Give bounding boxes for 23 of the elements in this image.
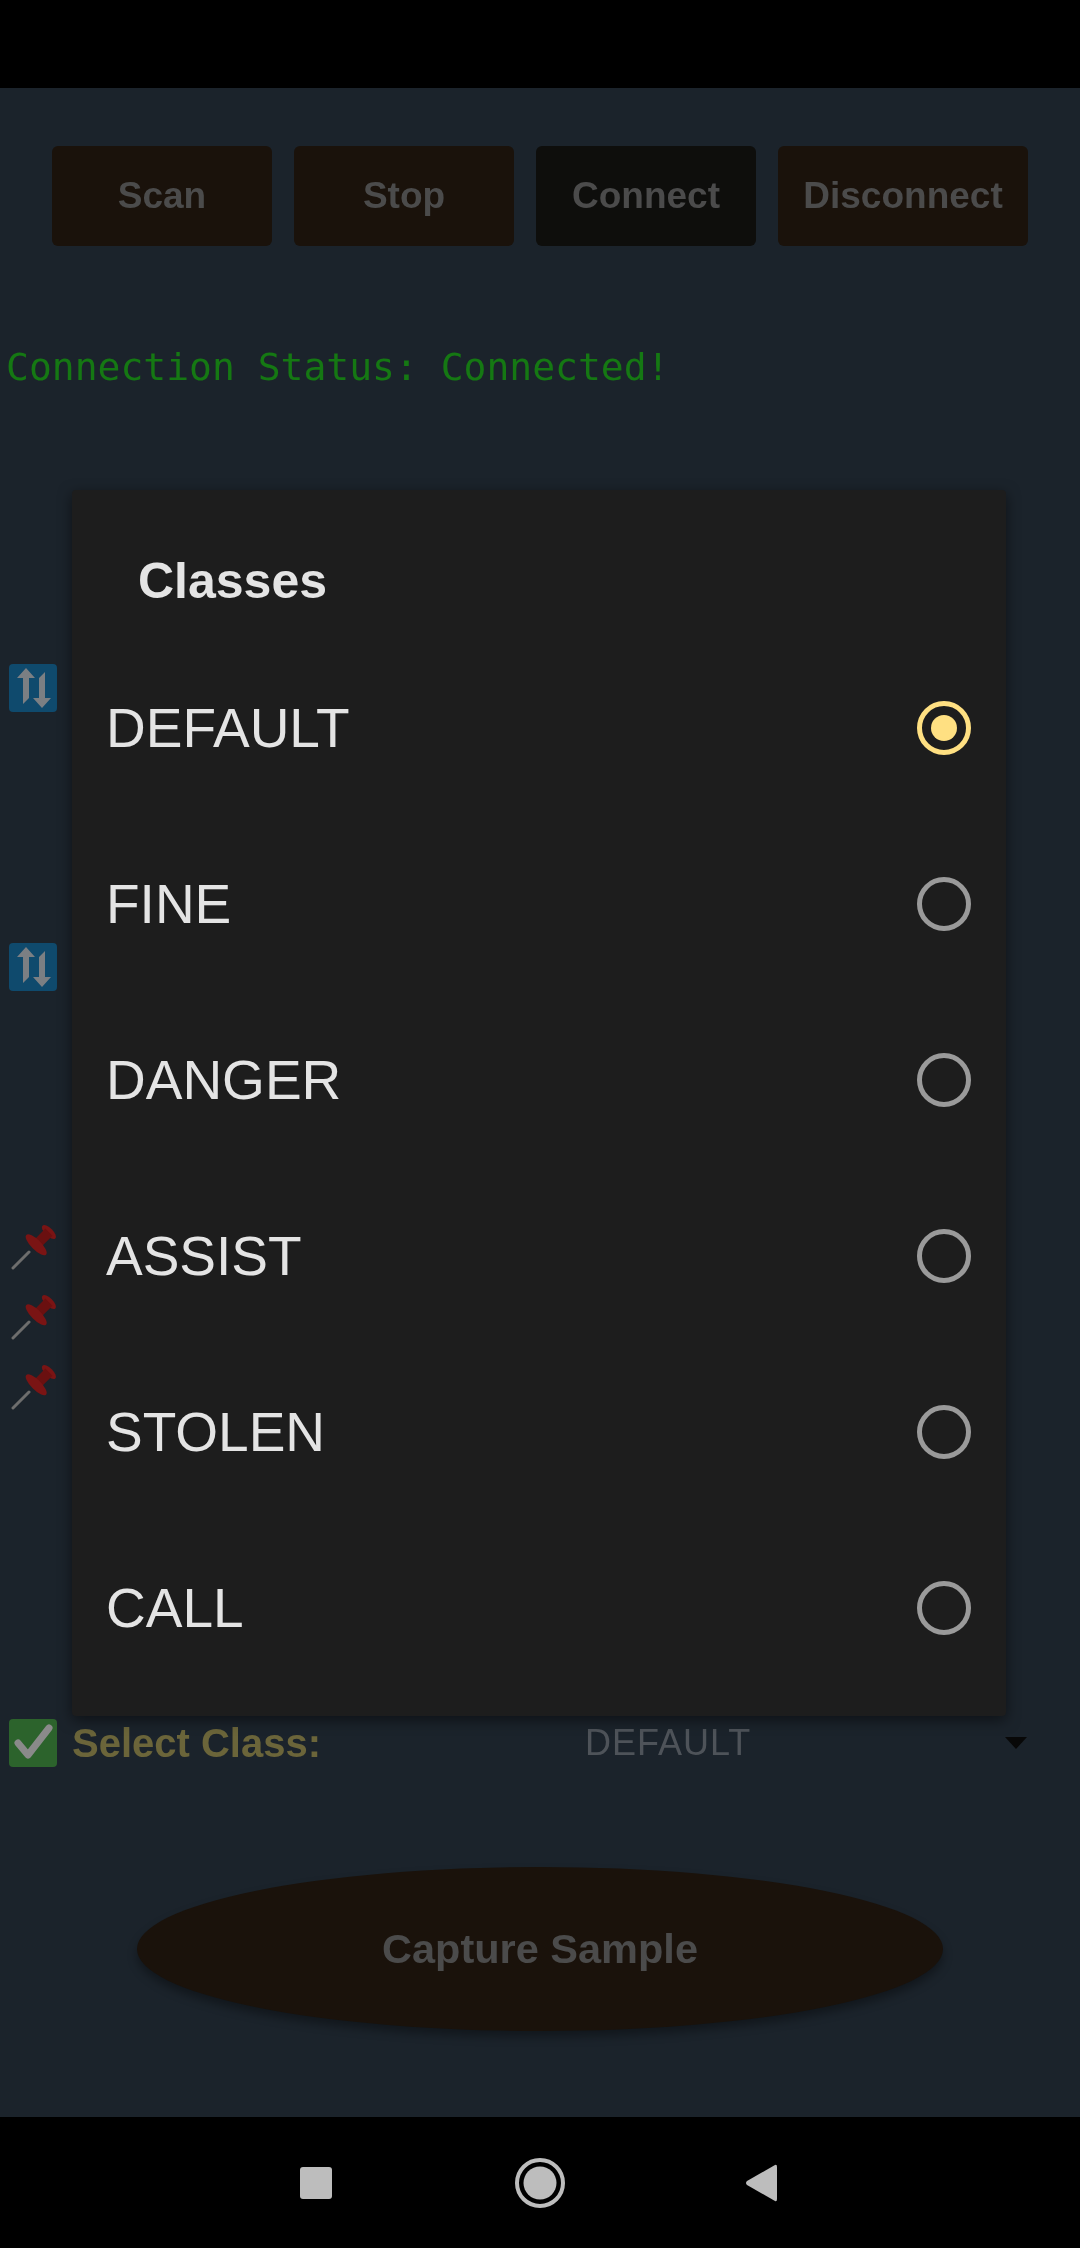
- home-icon[interactable]: [515, 2157, 565, 2208]
- pushpin-icon: [9, 1224, 57, 1270]
- class-option[interactable]: ASSIST: [72, 1168, 1006, 1344]
- square-icon[interactable]: [300, 2166, 332, 2199]
- radio-icon[interactable]: [917, 1053, 971, 1107]
- class-option[interactable]: DEFAULT: [72, 640, 1006, 816]
- class-option[interactable]: STOLEN: [72, 1344, 1006, 1520]
- class-option[interactable]: CALL: [72, 1520, 1006, 1696]
- connection-status: Connection Status: Connected!: [6, 345, 670, 389]
- radio-icon[interactable]: [917, 1229, 971, 1283]
- swap-arrows-icon: [9, 664, 57, 712]
- radio-icon[interactable]: [917, 1405, 971, 1459]
- dialog-title: Classes: [138, 552, 328, 610]
- pushpin-icon: [9, 1294, 57, 1340]
- swap-arrows-icon: [9, 943, 57, 991]
- select-class-label: Select Class:: [72, 1720, 322, 1767]
- class-option[interactable]: FINE: [72, 816, 1006, 992]
- checkmark-icon: [9, 1719, 57, 1767]
- pushpin-icon: [9, 1364, 57, 1410]
- back-icon[interactable]: [745, 2162, 777, 2203]
- radio-icon[interactable]: [917, 1581, 971, 1635]
- class-option[interactable]: DANGER: [72, 992, 1006, 1168]
- radio-icon[interactable]: [917, 877, 971, 931]
